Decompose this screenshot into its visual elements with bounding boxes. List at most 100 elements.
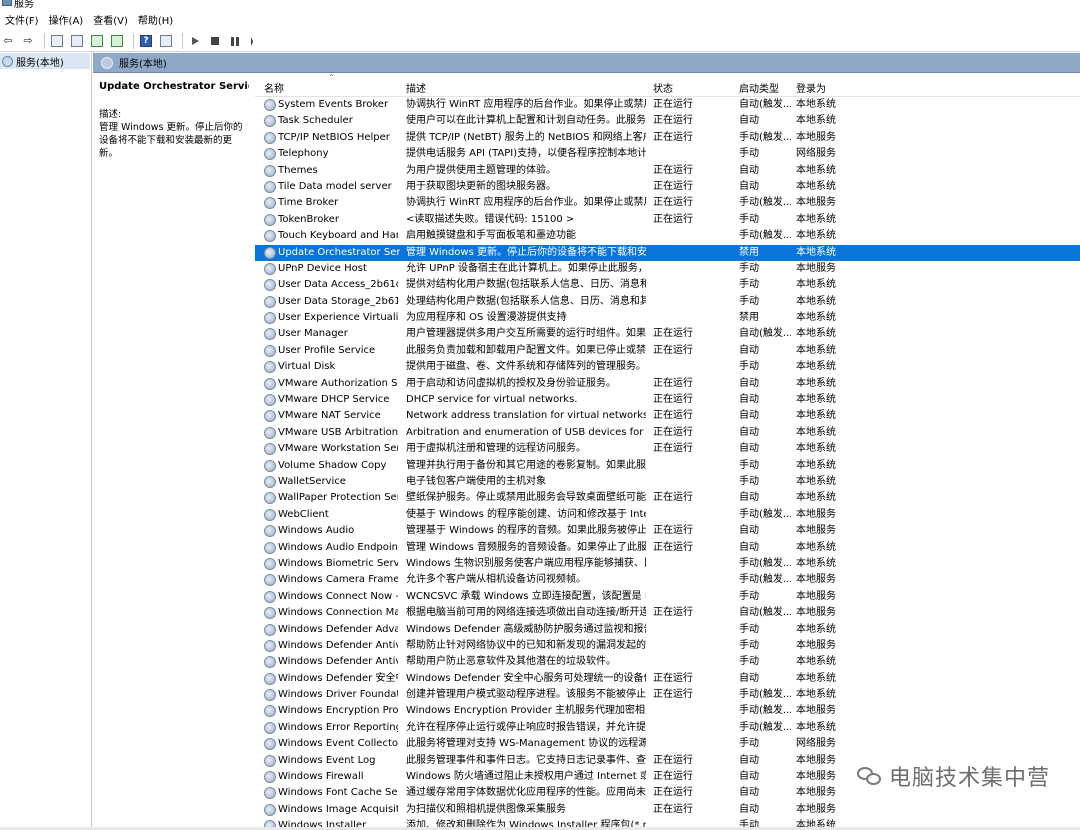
table-row[interactable]: Windows Driver Foundatio... 创建并管理用户模式驱动程序…: [255, 687, 1080, 703]
service-description: 管理基于 Windows 的程序的音频。如果此服务被停止...: [406, 525, 646, 537]
service-startup-type: 自动: [739, 377, 759, 389]
table-row[interactable]: Update Orchestrator Service 管理 Windows 更新…: [255, 244, 1080, 261]
service-gear-icon: [264, 771, 276, 784]
service-startup-type: 手动: [739, 656, 759, 668]
service-gear-icon: [264, 426, 276, 439]
table-row[interactable]: Time Broker 协调执行 WinRT 应用程序的后台作业。如果停止或禁用.…: [255, 195, 1080, 211]
back-icon[interactable]: ⇦: [0, 33, 16, 49]
help-icon[interactable]: ?: [138, 33, 154, 49]
table-row[interactable]: Volume Shadow Copy 管理并执行用于备份和其它用途的卷影复制。如果…: [255, 458, 1080, 474]
show-tree-icon[interactable]: [49, 33, 65, 49]
pause-service-icon[interactable]: [227, 33, 243, 49]
service-description: 用于虚拟机注册和管理的远程访问服务。: [406, 443, 586, 455]
table-row[interactable]: Windows Error Reporting S... 允许在程序停止运行或停止…: [255, 720, 1080, 736]
service-startup-type: 自动: [739, 492, 759, 504]
service-log-on-as: 本地服务: [796, 525, 836, 537]
table-row[interactable]: Telephony 提供电话服务 API (TAPI)支持，以便各程序控制本地计.…: [255, 146, 1080, 162]
tree-node-services-local[interactable]: 服务(本地): [0, 53, 90, 69]
service-description: 通过缓存常用字体数据优化应用程序的性能。应用尚未...: [406, 787, 646, 799]
service-name: Windows Event Log: [278, 754, 376, 766]
table-row[interactable]: Windows Image Acquisitio... 为扫描仪和照相机提供图像采…: [255, 802, 1080, 818]
table-row[interactable]: TokenBroker <读取描述失败。错误代码: 15100 > 正在运行 手动 本地…: [255, 212, 1080, 228]
service-log-on-as: 本地系统: [796, 328, 836, 340]
view-icon[interactable]: [158, 33, 174, 49]
table-row[interactable]: WebClient 使基于 Windows 的程序能创建、访问和修改基于 Inte…: [255, 507, 1080, 523]
column-header-status[interactable]: 状态: [653, 80, 673, 95]
table-row[interactable]: System Events Broker 协调执行 WinRT 应用程序的后台作业…: [255, 97, 1080, 113]
table-row[interactable]: Virtual Disk 提供用于磁盘、卷、文件系统和存储阵列的管理服务。 手动 本地…: [255, 359, 1080, 375]
service-description: 提供对结构化用户数据(包括联系人信息、日历、消息和...: [406, 279, 646, 291]
service-startup-type: 禁用: [739, 312, 759, 324]
service-log-on-as: 本地系统: [796, 557, 836, 569]
service-name: User Data Storage_2b61d3...: [278, 295, 398, 307]
service-name: VMware USB Arbitration S...: [278, 426, 398, 438]
service-log-on-as: 本地系统: [796, 689, 836, 701]
table-row[interactable]: Windows Audio Endpoint B... 管理 Windows 音频…: [255, 540, 1080, 556]
table-row[interactable]: Windows Defender Antivir... 帮助防止针对网络协议中的已…: [255, 638, 1080, 654]
service-startup-type: 手动(触发...: [739, 197, 791, 209]
table-row[interactable]: Themes 为用户提供使用主题管理的体验。 正在运行 自动 本地系统: [255, 163, 1080, 179]
table-row[interactable]: Windows Connection Man... 根据电脑当前可用的网络连接选项…: [255, 605, 1080, 621]
table-row[interactable]: Task Scheduler 使用户可以在此计算机上配置和计划自动任务。此服务..…: [255, 113, 1080, 129]
table-row[interactable]: Windows Defender 安全中... Windows Defender …: [255, 671, 1080, 687]
service-log-on-as: 本地服务: [796, 754, 836, 766]
table-row[interactable]: VMware Authorization Ser... 用于启动和访问虚拟机的授权…: [255, 376, 1080, 392]
table-row[interactable]: User Data Storage_2b61d3... 处理结构化用户数据(包括联…: [255, 294, 1080, 310]
table-row[interactable]: UPnP Device Host 允许 UPnP 设备宿主在此计算机上。如果停止此…: [255, 261, 1080, 277]
column-header-name[interactable]: 名称: [264, 80, 284, 95]
service-description: 管理 Windows 更新。停止后你的设备将不能下载和安...: [406, 246, 646, 258]
table-row[interactable]: TCP/IP NetBIOS Helper 提供 TCP/IP (NetBT) 服…: [255, 130, 1080, 146]
column-header-startup-type[interactable]: 启动类型: [739, 80, 779, 95]
service-name: Windows Defender Advan...: [278, 623, 398, 635]
restart-service-icon[interactable]: [247, 33, 263, 49]
service-gear-icon: [264, 738, 276, 751]
service-description: 电子钱包客户端使用的主机对象: [406, 475, 546, 487]
table-row[interactable]: VMware DHCP Service DHCP service for virt…: [255, 392, 1080, 408]
properties-icon[interactable]: [69, 33, 85, 49]
column-header-log-on-as[interactable]: 登录为: [796, 80, 826, 95]
table-row[interactable]: Windows Defender Antivir... 帮助用户防止恶意软件及其他…: [255, 654, 1080, 670]
export-icon[interactable]: [109, 33, 125, 49]
service-gear-icon: [264, 787, 276, 800]
table-row[interactable]: User Manager 用户管理器提供多用户交互所需要的运行时组件。如果... 正…: [255, 326, 1080, 342]
service-name: Windows Defender Antivir...: [278, 639, 398, 651]
forward-icon[interactable]: ⇨: [20, 33, 36, 49]
service-name: Windows Defender 安全中...: [278, 672, 398, 684]
service-log-on-as: 本地服务: [796, 508, 836, 520]
table-row[interactable]: Windows Encryption Provid... Windows Encr…: [255, 703, 1080, 719]
table-row[interactable]: User Data Access_2b61d305 提供对结构化用户数据(包括联系…: [255, 277, 1080, 293]
table-row[interactable]: VMware NAT Service Network address transl…: [255, 408, 1080, 424]
table-row[interactable]: Windows Connect Now - C... WCNCSVC 承载 Win…: [255, 589, 1080, 605]
refresh-icon[interactable]: [89, 33, 105, 49]
table-row[interactable]: Windows Audio 管理基于 Windows 的程序的音频。如果此服务被停…: [255, 523, 1080, 539]
service-log-on-as: 本地系统: [796, 377, 836, 389]
service-startup-type: 手动(触发...: [739, 230, 791, 242]
service-status: 正在运行: [653, 754, 693, 766]
service-log-on-as: 本地系统: [796, 459, 836, 471]
table-row[interactable]: VMware USB Arbitration S... Arbitration a…: [255, 425, 1080, 441]
table-row[interactable]: Windows Defender Advan... Windows Defende…: [255, 622, 1080, 638]
table-row[interactable]: WalletService 电子钱包客户端使用的主机对象 手动 本地系统: [255, 474, 1080, 490]
menu-action[interactable]: 操作(A): [44, 12, 89, 31]
service-log-on-as: 本地系统: [796, 213, 836, 225]
service-name: Virtual Disk: [278, 361, 336, 373]
table-row[interactable]: Touch Keyboard and Hand... 启用触摸键盘和手写面板笔和墨…: [255, 228, 1080, 244]
table-row[interactable]: User Profile Service 此服务负责加载和卸载用户配置文件。如果已…: [255, 343, 1080, 359]
service-log-on-as: 本地服务: [796, 574, 836, 586]
table-row[interactable]: Tile Data model server 用于获取图块更新的图块服务器。 正在运…: [255, 179, 1080, 195]
service-description: 帮助防止针对网络协议中的已知和新发现的漏洞发起的...: [406, 639, 646, 651]
menu-file[interactable]: 文件(F): [0, 12, 44, 31]
table-row[interactable]: WallPaper Protection Servi... 壁纸保护服务。停止或禁…: [255, 490, 1080, 506]
start-service-icon[interactable]: [187, 33, 203, 49]
column-header-description[interactable]: 描述: [406, 80, 426, 95]
table-row[interactable]: Windows Biometric Service Windows 生物识别服务使…: [255, 556, 1080, 572]
service-startup-type: 自动(触发...: [739, 328, 791, 340]
table-row[interactable]: User Experience Virtualizat... 为应用程序和 OS …: [255, 310, 1080, 326]
menu-help[interactable]: 帮助(H): [133, 12, 178, 31]
stop-service-icon[interactable]: [207, 33, 223, 49]
table-row[interactable]: VMware Workstation Server 用于虚拟机注册和管理的远程访问…: [255, 441, 1080, 457]
table-row[interactable]: Windows Camera Frame S... 允许多个客户端从相机设备访问视…: [255, 572, 1080, 588]
table-row[interactable]: Windows Event Collector 此服务将管理对支持 WS-Mana…: [255, 736, 1080, 752]
menu-view[interactable]: 查看(V): [88, 12, 133, 31]
service-name: VMware Workstation Server: [278, 443, 398, 455]
